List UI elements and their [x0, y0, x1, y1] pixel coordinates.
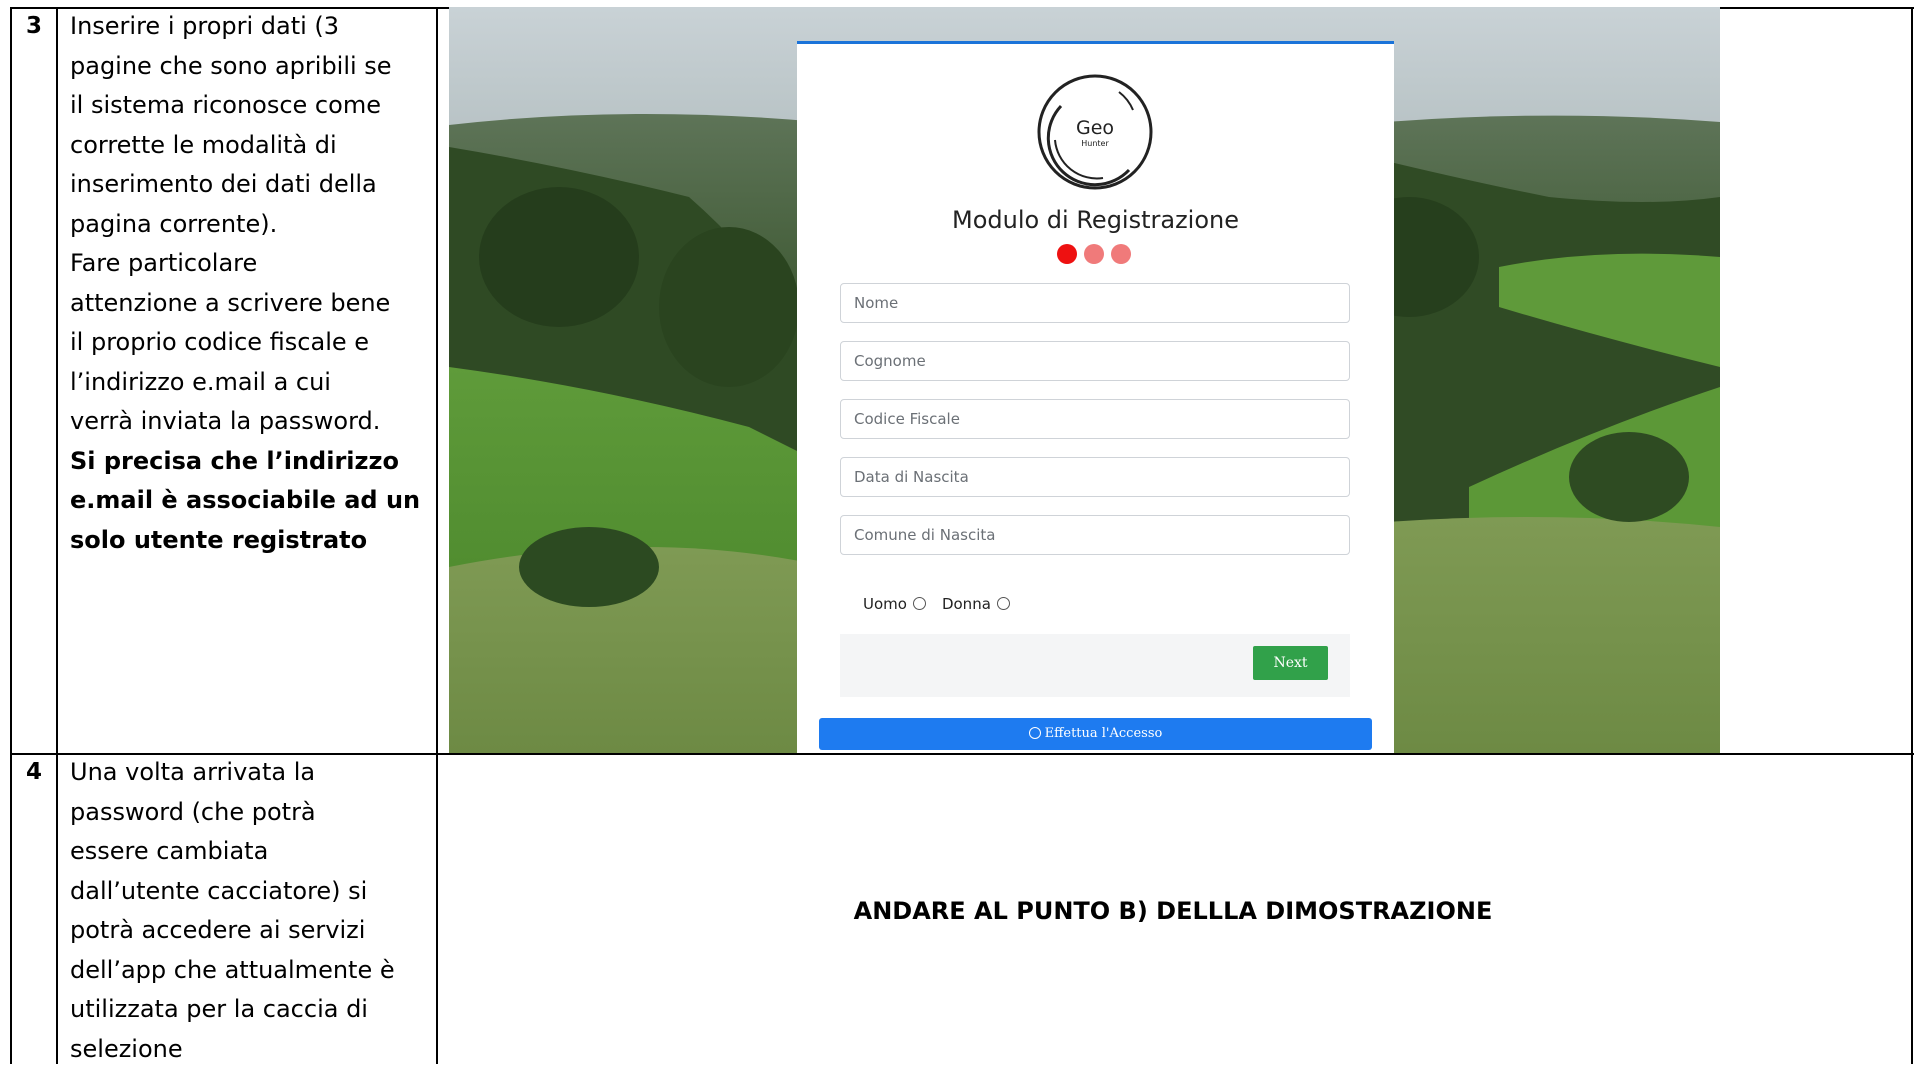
user-circle-icon: [1028, 727, 1041, 739]
cognome-input[interactable]: Cognome: [840, 341, 1350, 381]
step-dot-1: [1057, 244, 1077, 264]
form-title: Modulo di Registrazione: [951, 206, 1240, 234]
svg-text:Geo: Geo: [1076, 117, 1114, 139]
row-number: 3: [26, 13, 43, 39]
row-description: Una volta arrivata la password (che potr…: [70, 758, 395, 1063]
step-dot-2: [1084, 244, 1104, 264]
nome-input[interactable]: Nome: [840, 283, 1350, 323]
geo-hunter-logo: Geo Hunter: [1037, 74, 1153, 190]
radio-donna[interactable]: [996, 597, 1010, 610]
registration-screenshot: Geo Hunter Modulo di Registrazione Nome …: [449, 7, 1720, 753]
svg-text:Hunter: Hunter: [1081, 139, 1109, 148]
form-actions-panel: Next: [840, 634, 1350, 697]
table-border-left: [10, 7, 12, 1064]
table-col-divider-1: [56, 7, 58, 1064]
document-page: 3 Inserire i propri dati (3 pagine che s…: [0, 0, 1914, 1064]
radio-uomo[interactable]: [912, 597, 926, 610]
comune-di-nascita-input[interactable]: Comune di Nascita: [840, 515, 1350, 555]
step-dot-3: [1111, 244, 1131, 264]
registration-card: Geo Hunter Modulo di Registrazione Nome …: [797, 41, 1394, 753]
codice-fiscale-input[interactable]: Codice Fiscale: [840, 399, 1350, 439]
row-number: 4: [26, 759, 43, 785]
instruction-text: ANDARE AL PUNTO B) DELLLA DIMOSTRAZIONE: [853, 897, 1493, 925]
next-button[interactable]: Next: [1253, 646, 1328, 680]
gender-label-uomo: Uomo: [863, 595, 907, 613]
login-button[interactable]: Effettua l'Accesso: [819, 718, 1372, 750]
row-description: Inserire i propri dati (3 pagine che son…: [70, 12, 421, 554]
gender-label-donna: Donna: [941, 595, 991, 613]
gender-selector: Uomo Donna: [863, 595, 1026, 613]
data-di-nascita-input[interactable]: Data di Nascita: [840, 457, 1350, 497]
